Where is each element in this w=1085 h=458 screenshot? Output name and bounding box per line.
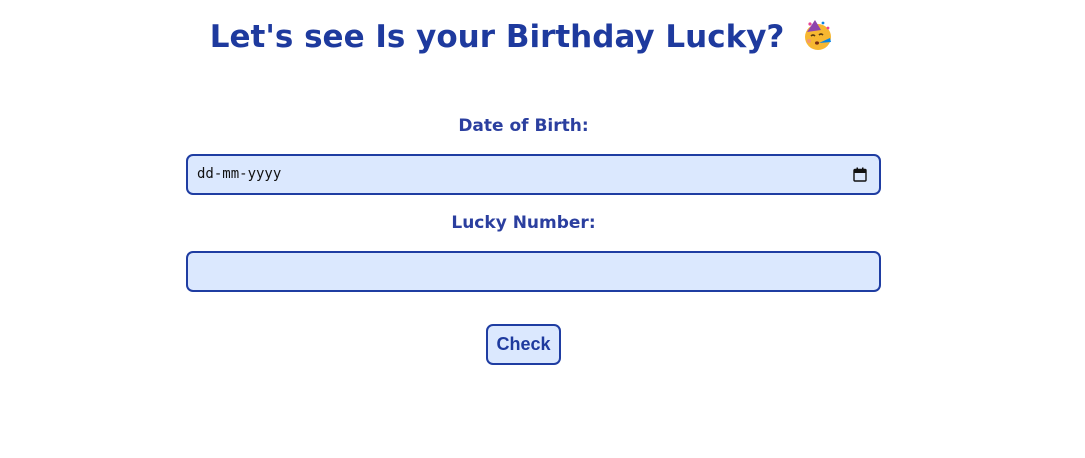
calendar-icon[interactable] <box>853 167 867 182</box>
partying-face-icon <box>801 18 835 52</box>
page-title: Let's see Is your Birthday Lucky? <box>209 19 785 55</box>
date-of-birth-label: Date of Birth: <box>458 116 589 136</box>
lucky-number-input[interactable] <box>186 251 881 292</box>
page: Let's see Is your Birthday Lucky? Date o… <box>0 0 1085 458</box>
check-button[interactable]: Check <box>486 324 561 365</box>
page-title-row: Let's see Is your Birthday Lucky? <box>0 18 1045 55</box>
lucky-number-label: Lucky Number: <box>451 213 596 233</box>
date-of-birth-placeholder: dd-mm-yyyy <box>197 166 282 182</box>
date-of-birth-input[interactable]: dd-mm-yyyy <box>186 154 881 195</box>
